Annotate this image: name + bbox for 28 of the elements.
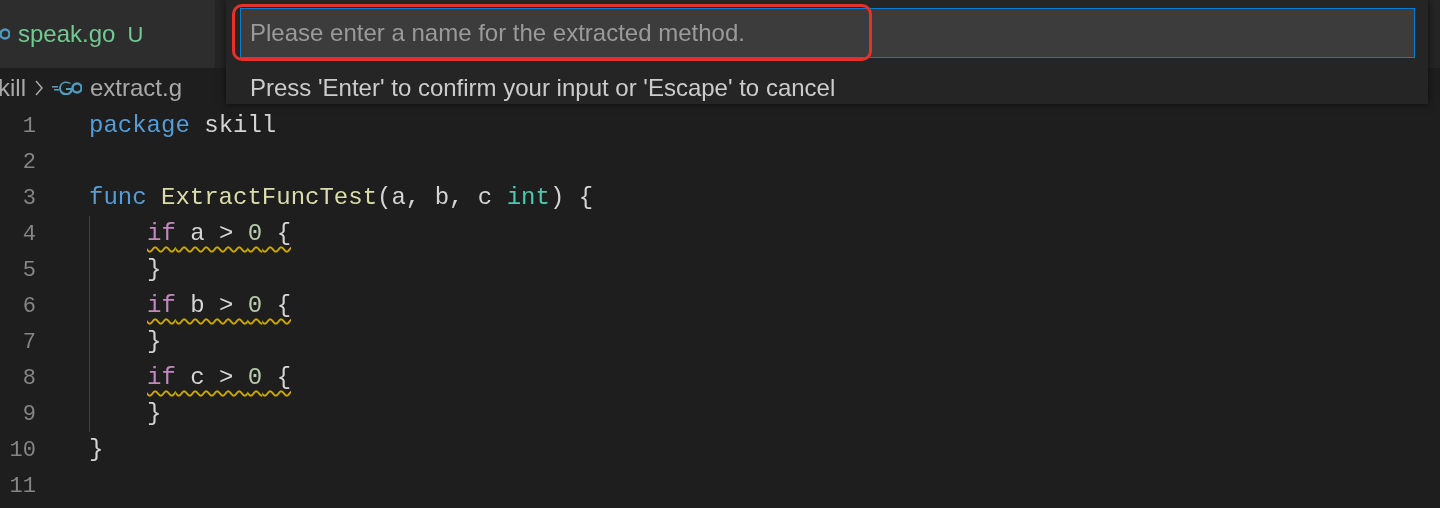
line-number: 7 [21, 328, 36, 357]
code-line: } [147, 255, 162, 285]
code-line: func ExtractFuncTest(a, b, c int) { [89, 183, 594, 213]
line-number: 4 [21, 220, 36, 249]
line-number: 9 [21, 400, 36, 429]
hint-message: Press 'Enter' to confirm your input or 'Escape' to cancel [250, 73, 836, 103]
code-line: } [89, 435, 104, 465]
line-number: 5 [21, 256, 36, 285]
breadcrumb-file[interactable]: extract.g [90, 70, 183, 106]
method-name-field[interactable]: Please enter a name for the extracted method. [240, 8, 1415, 58]
code-line: } [147, 399, 162, 429]
line-number: 10 [8, 436, 36, 465]
code-line: if a > 0 { [147, 219, 292, 249]
line-number: 6 [21, 292, 36, 321]
line-number: 3 [21, 184, 36, 213]
tab-title: speak.go [18, 19, 116, 49]
line-number: 1 [21, 112, 36, 141]
line-number: 2 [21, 148, 36, 177]
code-line: } [147, 327, 162, 357]
code-line: if c > 0 { [147, 363, 292, 393]
code-line: if b > 0 { [147, 291, 292, 321]
chevron-right-icon [34, 79, 44, 97]
code-line: package skill [89, 111, 277, 141]
line-number: 8 [21, 364, 36, 393]
breadcrumb-folder[interactable]: kill [0, 70, 26, 106]
status-letter: U [127, 20, 144, 49]
line-number: 11 [8, 472, 36, 501]
editor-tab[interactable]: speak.go U [0, 0, 215, 68]
